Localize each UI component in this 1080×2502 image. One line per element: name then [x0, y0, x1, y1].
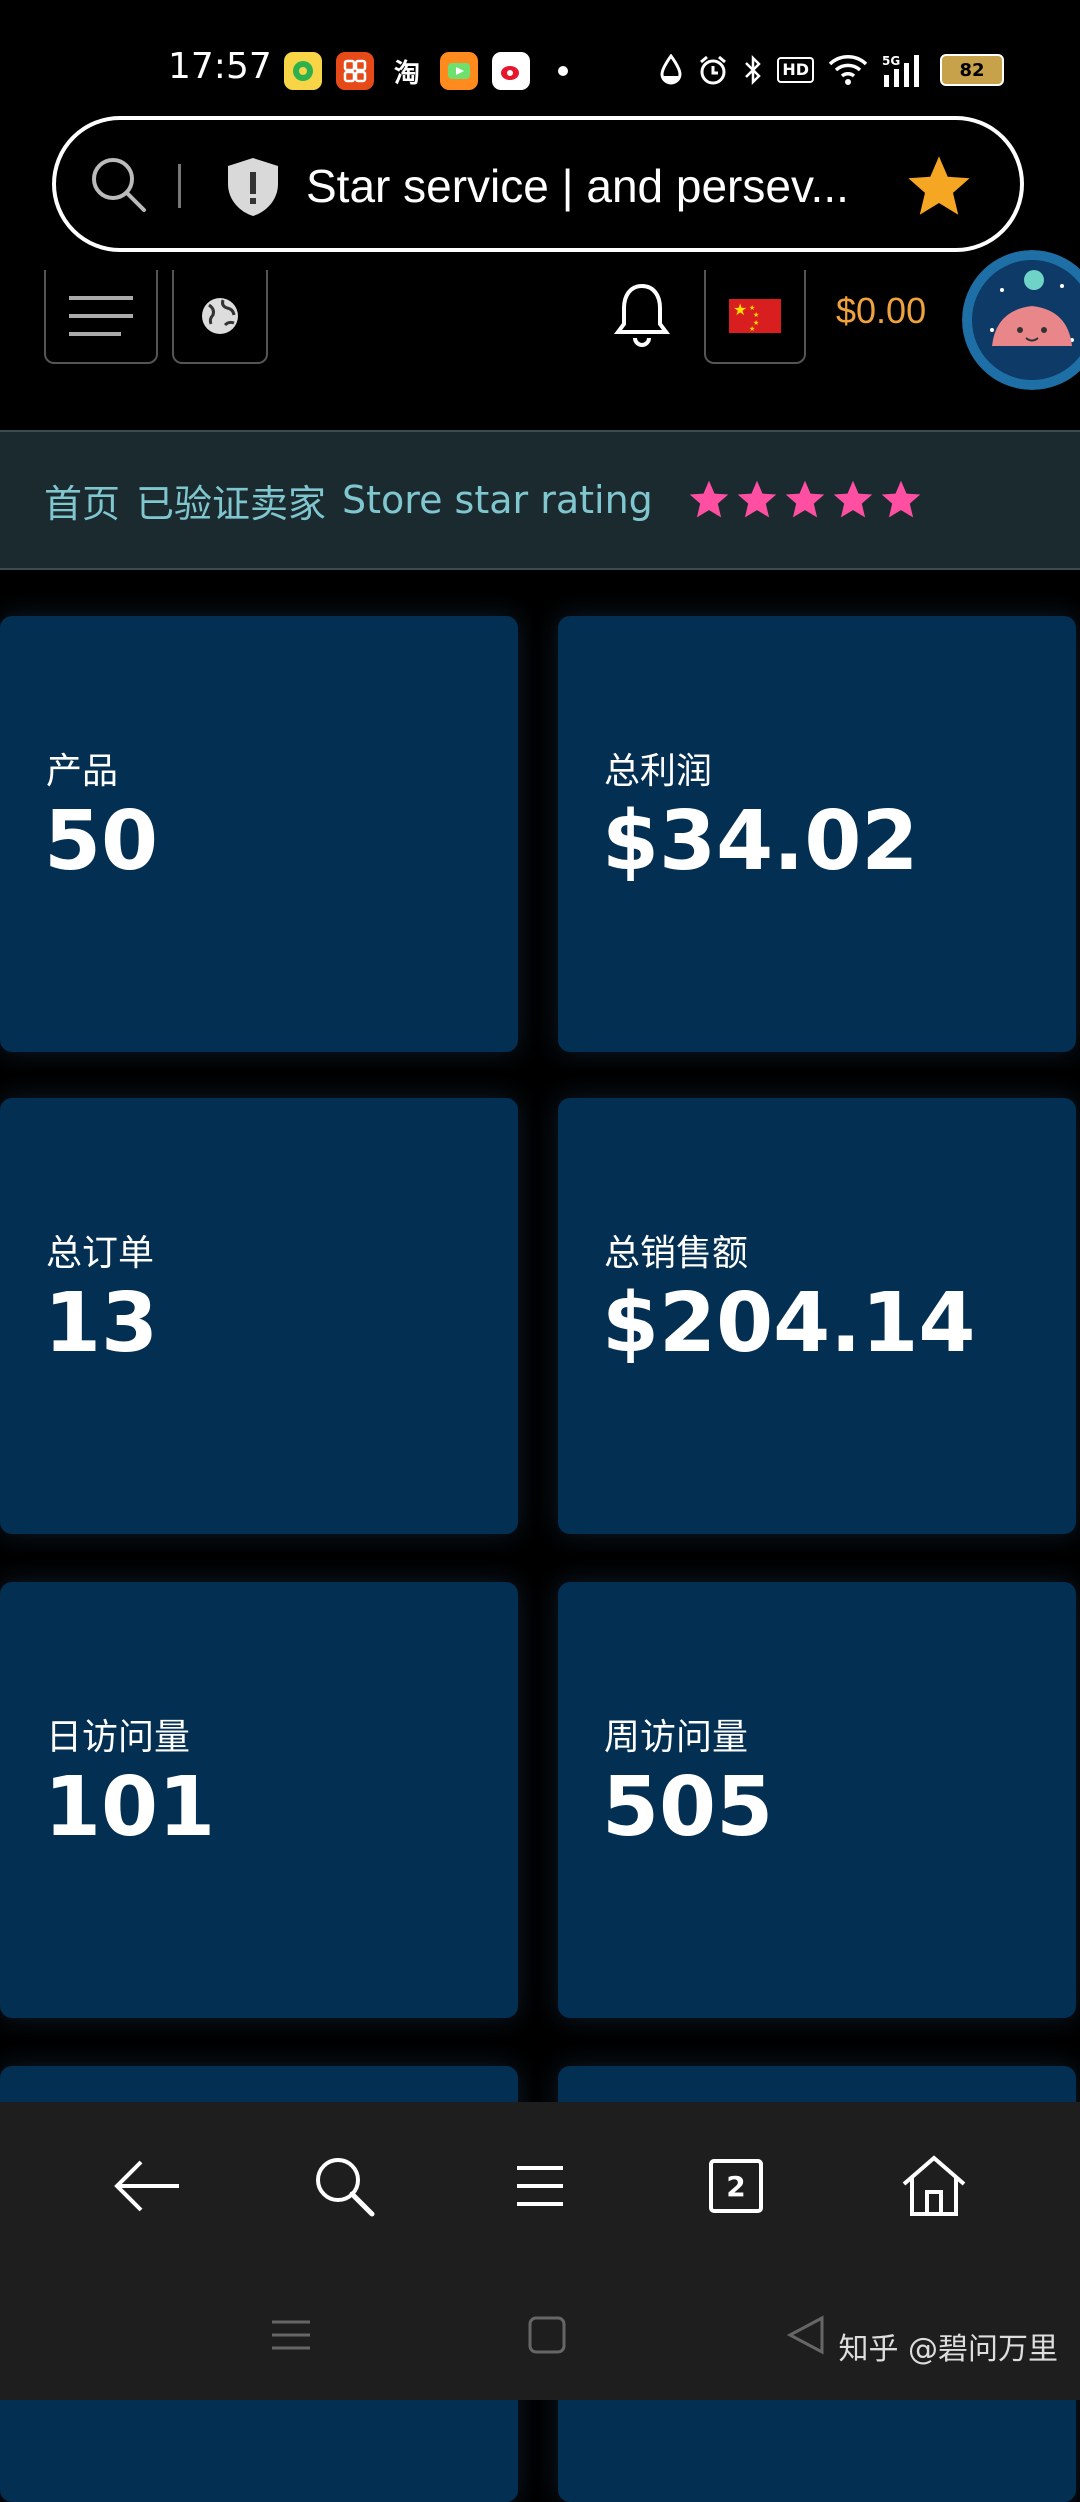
avatar[interactable] — [962, 250, 1080, 390]
bell-icon[interactable] — [612, 280, 672, 350]
stat-value: $34.02 — [602, 794, 919, 889]
star-icon — [737, 480, 777, 518]
bluetooth-icon — [743, 52, 763, 88]
account-balance[interactable]: $0.00 — [836, 290, 926, 332]
notification-app-icons: 淘 — [284, 52, 568, 90]
home-icon — [902, 2155, 966, 2216]
wifi-icon — [828, 52, 868, 88]
alarm-icon — [697, 52, 729, 88]
menu-icon — [517, 2166, 563, 2206]
stat-card-products: 产品 50 — [0, 616, 518, 1052]
shield-icon[interactable] — [224, 156, 282, 218]
star-icon — [833, 480, 873, 518]
stat-label: 总订单 — [46, 1233, 155, 1274]
hd-icon: HD — [777, 52, 814, 88]
stat-label: 总利润 — [604, 751, 713, 792]
status-bar: 17:57 淘 HD 5G 82 — [0, 0, 1080, 100]
site-header: ★ ★ ★ ★ ★ $0.00 — [0, 250, 1080, 430]
tab-count: 2 — [709, 2159, 763, 2213]
address-bar[interactable]: Star service | and persev... — [52, 116, 1024, 252]
star-icon — [881, 480, 921, 518]
stat-card-total-orders: 总订单 13 — [0, 1098, 518, 1534]
status-indicators: HD 5G 82 — [659, 52, 1004, 88]
page-title-url[interactable]: Star service | and persev... — [306, 156, 906, 216]
svg-text:5G: 5G — [882, 54, 900, 68]
stat-card-daily-visits: 日访问量 101 — [0, 1582, 518, 2018]
search-button[interactable] — [304, 2146, 384, 2226]
stat-value: 505 — [602, 1760, 774, 1855]
system-back-icon[interactable] — [782, 2310, 832, 2360]
address-divider — [178, 164, 181, 208]
data-saver-icon — [659, 52, 683, 88]
video-app-icon — [440, 52, 478, 90]
stat-label: 产品 — [46, 751, 119, 792]
hamburger-icon — [69, 296, 133, 336]
star-icon — [785, 480, 825, 518]
tabs-button[interactable]: 2 — [696, 2146, 776, 2226]
stat-value: $204.14 — [602, 1276, 976, 1371]
hamburger-menu-button[interactable] — [44, 270, 158, 364]
more-notifications-dot — [558, 66, 568, 76]
stat-label: 周访问量 — [604, 1717, 749, 1758]
menu-button[interactable] — [500, 2146, 580, 2226]
store-rating-label: Store star rating — [342, 478, 653, 522]
stat-label: 日访问量 — [46, 1717, 191, 1758]
status-time: 17:57 — [168, 46, 272, 87]
stat-value: 101 — [44, 1760, 216, 1855]
stat-card-weekly-visits: 周访问量 505 — [558, 1582, 1076, 2018]
store-rating-stars — [687, 478, 923, 522]
stat-card-total-sales: 总销售额 $204.14 — [558, 1098, 1076, 1534]
weibo-icon — [492, 52, 530, 90]
stat-label: 总销售额 — [604, 1233, 749, 1274]
search-icon — [316, 2158, 375, 2217]
breadcrumb: 首页 已验证卖家 Store star rating — [0, 430, 1080, 570]
breadcrumb-verified-seller[interactable]: 已验证卖家 — [136, 473, 326, 528]
signal-icon: 5G — [882, 52, 926, 88]
stat-card-total-profit: 总利润 $34.02 — [558, 616, 1076, 1052]
watermark: 知乎 @碧问万里 — [838, 2332, 1058, 2367]
recent-apps-icon[interactable] — [266, 2310, 316, 2360]
stat-value: 50 — [44, 794, 159, 889]
currency-flag-button[interactable]: ★ ★ ★ ★ ★ — [704, 270, 806, 364]
china-flag-icon: ★ ★ ★ ★ ★ — [729, 299, 781, 333]
taobao-icon: 淘 — [393, 58, 420, 89]
battery-indicator: 82 — [940, 54, 1004, 86]
back-button[interactable] — [108, 2146, 188, 2226]
star-icon — [689, 480, 729, 518]
breadcrumb-home[interactable]: 首页 — [44, 473, 120, 528]
pinduoduo-icon — [336, 52, 374, 90]
search-icon[interactable] — [86, 152, 150, 216]
bookmark-star-icon[interactable] — [904, 152, 974, 222]
system-home-icon[interactable] — [522, 2310, 572, 2360]
arrow-left-icon — [114, 2160, 179, 2212]
globe-icon — [202, 298, 238, 334]
stat-value: 13 — [44, 1276, 159, 1371]
home-button[interactable] — [894, 2146, 974, 2226]
qq-music-icon — [284, 52, 322, 90]
language-button[interactable] — [172, 270, 268, 364]
browser-toolbar: 2 — [0, 2102, 1080, 2264]
